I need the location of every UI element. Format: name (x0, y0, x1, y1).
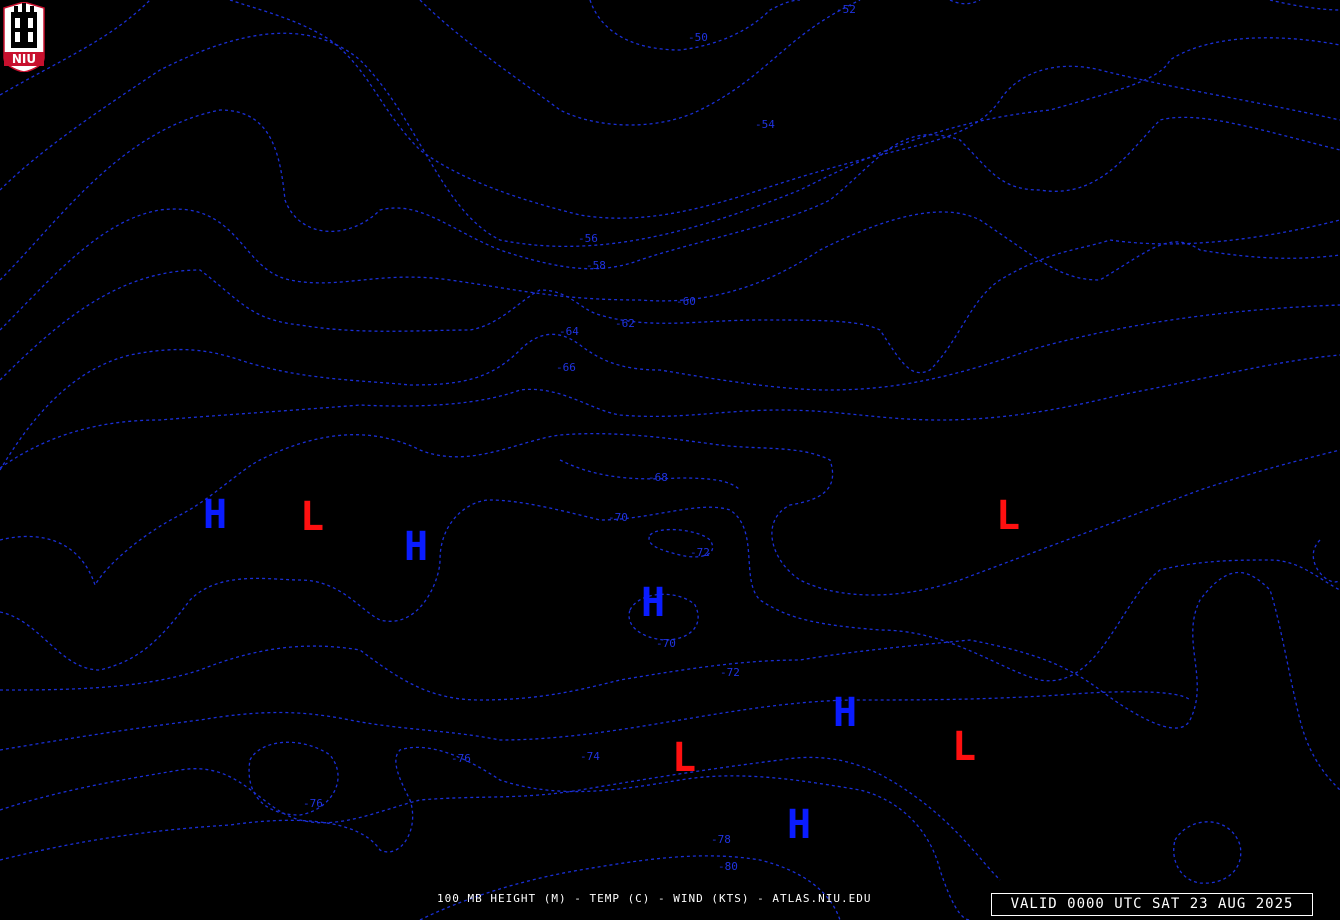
isotherm-line (248, 741, 339, 816)
isotherm-contours: -52 -50 -54 -56 -58 -60 -62 -64 -66 -68 -70 -72 -70 -… (0, 0, 1340, 920)
isotherm-label: -56 (578, 232, 598, 245)
isotherm-line (0, 572, 1340, 791)
isotherm-label: -70 (656, 637, 676, 650)
isotherm-label: -52 (836, 3, 856, 16)
weather-map: -52 -50 -54 -56 -58 -60 -62 -64 -66 -68 -70 -72 -70 -… (0, 0, 1340, 920)
low-pressure-center: L (952, 724, 977, 770)
isotherm-label: -68 (648, 471, 668, 484)
isotherm-line (949, 0, 981, 5)
low-pressure-center: L (300, 494, 325, 540)
high-pressure-center: H (404, 524, 429, 570)
isotherm-line (1173, 821, 1242, 884)
isotherm-line (0, 109, 1340, 281)
low-pressure-center: L (996, 493, 1021, 539)
isotherm-label: -50 (688, 31, 708, 44)
isotherm-line (1269, 0, 1340, 11)
isotherm-label: -76 (451, 752, 471, 765)
isotherm-line (0, 32, 1340, 248)
low-pressure-center: L (672, 735, 697, 781)
high-pressure-center: H (641, 580, 666, 626)
isotherm-line (419, 0, 861, 126)
isotherm-label: -76 (303, 797, 323, 810)
isotherm-line (0, 691, 1191, 751)
isotherm-label: -60 (676, 295, 696, 308)
isotherm-label: -74 (580, 750, 600, 763)
valid-time-box: VALID 0000 UTC SAT 23 AUG 2025 (991, 893, 1313, 916)
isotherm-line (0, 208, 1340, 331)
isotherm-label: -66 (556, 361, 576, 374)
isotherm-line (0, 756, 1001, 881)
niu-logo: NIU (2, 1, 46, 76)
isotherm-label: -70 (608, 511, 628, 524)
isotherm-label: -72 (690, 546, 710, 559)
isotherm-label: -54 (755, 118, 775, 131)
isotherm-line (0, 219, 1340, 381)
isotherm-label: -58 (586, 259, 606, 272)
isotherm-line (0, 304, 1340, 471)
map-title: 100 MB HEIGHT (M) - TEMP (C) - WIND (KTS… (437, 892, 872, 905)
isotherm-label: -62 (615, 317, 635, 330)
isotherm-line (0, 433, 1340, 596)
isotherm-line (419, 855, 841, 920)
isotherm-line (229, 0, 1340, 219)
isotherm-label: -80 (718, 860, 738, 873)
high-pressure-center: H (203, 492, 228, 538)
isotherm-line (0, 354, 1340, 469)
high-pressure-center: H (787, 802, 812, 848)
isotherm-label: -64 (559, 325, 579, 338)
isotherm-label: -72 (720, 666, 740, 679)
isotherm-line (0, 499, 1340, 682)
high-pressure-center: H (833, 690, 858, 736)
logo-text: NIU (11, 52, 37, 66)
isotherm-label: -78 (711, 833, 731, 846)
